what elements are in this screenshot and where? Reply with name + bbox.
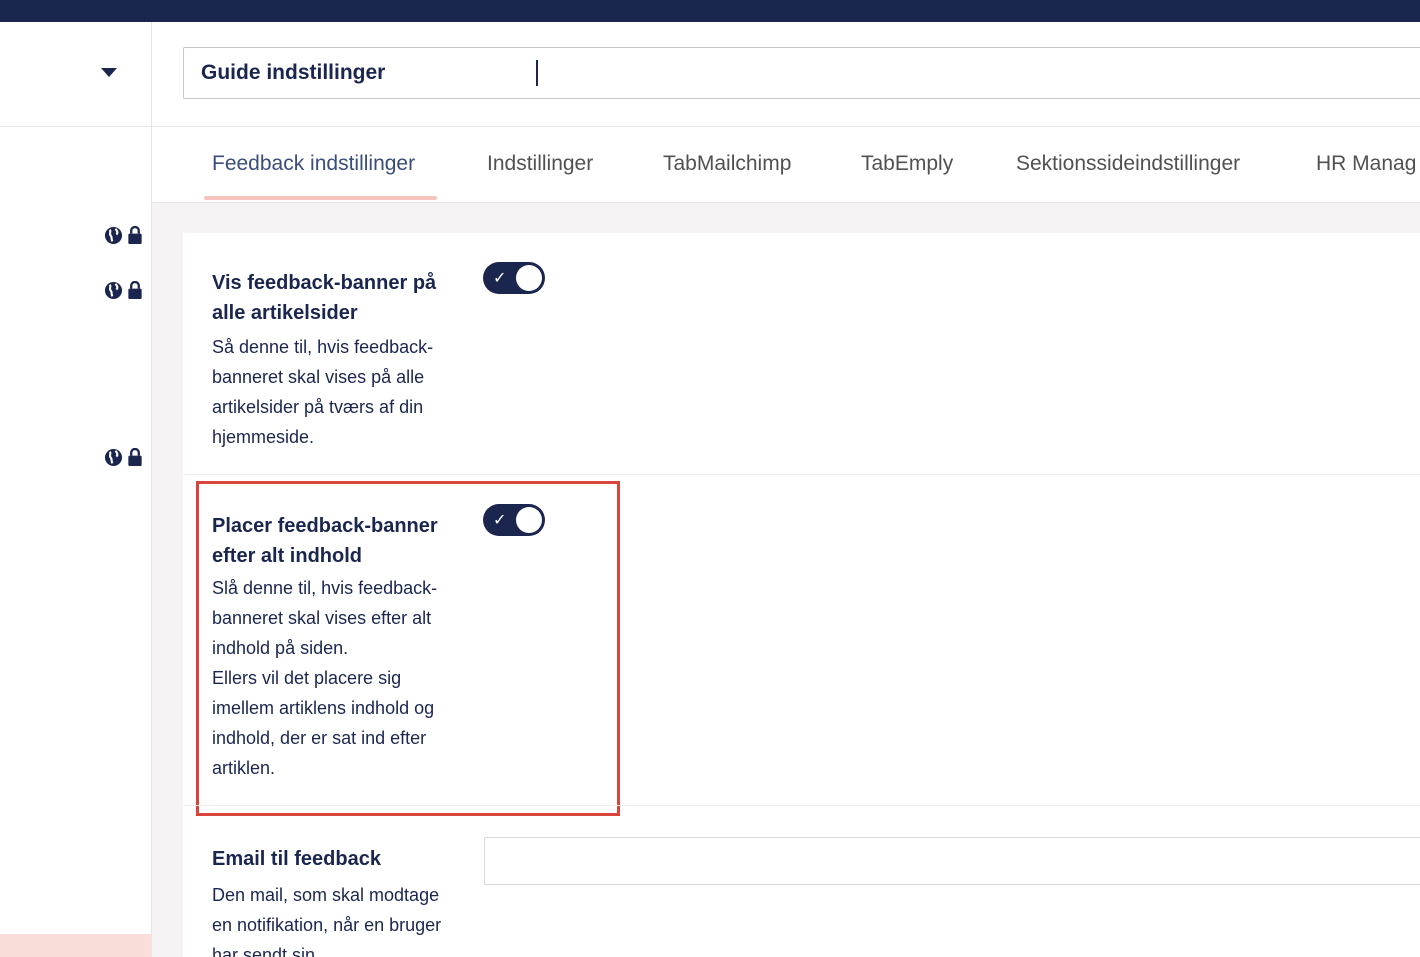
property-description: Den mail, som skal modtage en notifikati…: [212, 885, 442, 957]
row-divider: [183, 474, 1420, 475]
tab-indstillinger[interactable]: Indstillinger: [487, 152, 593, 176]
text-cursor: [536, 60, 538, 86]
row-divider: [183, 805, 1420, 806]
top-bar: [0, 0, 1420, 22]
property-indicators-1: [104, 226, 143, 245]
property-indicators-2: [104, 281, 143, 300]
tab-feedback-indstillinger[interactable]: Feedback indstillinger: [212, 152, 415, 176]
lock-icon[interactable]: [127, 226, 143, 245]
lock-icon[interactable]: [127, 448, 143, 467]
property-indicators-3: [104, 448, 143, 467]
property-show-banner: Vis feedback-banner på alle artikelsider…: [212, 268, 462, 452]
tab-hr-manager[interactable]: HR Manag: [1316, 152, 1416, 176]
chevron-down-icon[interactable]: [101, 68, 117, 77]
sidebar-divider: [0, 126, 151, 127]
property-title: Email til feedback: [212, 848, 381, 870]
globe-icon[interactable]: [104, 226, 123, 245]
property-description: Så denne til, hvis feedback-banneret ska…: [212, 337, 434, 447]
show-banner-toggle[interactable]: ✓: [483, 262, 545, 294]
content-header: [152, 22, 1420, 127]
feedback-email-input[interactable]: [484, 837, 1420, 885]
globe-icon[interactable]: [104, 448, 123, 467]
sidebar-active-strip: [0, 934, 151, 957]
tab-bar: Feedback indstillinger Indstillinger Tab…: [152, 128, 1420, 203]
tab-mailchimp[interactable]: TabMailchimp: [663, 152, 791, 176]
property-title: Vis feedback-banner på alle artikelsider: [212, 272, 437, 324]
highlight-box: [196, 481, 620, 816]
toggle-knob: [516, 265, 542, 291]
globe-icon[interactable]: [104, 281, 123, 300]
property-feedback-email: Email til feedback Den mail, som skal mo…: [212, 844, 462, 957]
tab-sektionssideindstillinger[interactable]: Sektionssideindstillinger: [1016, 152, 1240, 176]
check-icon: ✓: [493, 268, 507, 287]
tab-emply[interactable]: TabEmply: [861, 152, 953, 176]
content-name-input[interactable]: [183, 47, 1420, 99]
sidebar: [0, 22, 152, 957]
active-tab-indicator: [204, 196, 437, 200]
lock-icon[interactable]: [127, 281, 143, 300]
